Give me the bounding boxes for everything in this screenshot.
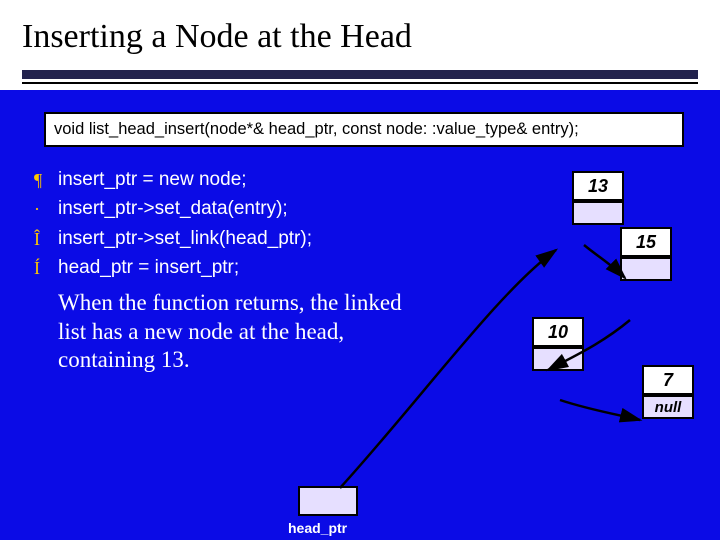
node-7: 7 null — [642, 365, 694, 395]
head-ptr-box — [298, 486, 358, 516]
node-15-ptr — [620, 257, 672, 281]
step-text: insert_ptr->set_data(entry); — [58, 194, 288, 223]
explanatory-note: When the function returns, the linked li… — [58, 289, 418, 375]
step-text: head_ptr = insert_ptr; — [58, 253, 239, 282]
step-4: Í head_ptr = insert_ptr; — [34, 253, 458, 282]
node-15: 15 — [620, 227, 672, 257]
slide-title: Inserting a Node at the Head — [0, 0, 720, 70]
node-13-ptr — [572, 201, 624, 225]
title-rules — [0, 70, 720, 90]
node-10: 10 — [532, 317, 584, 347]
bullet-icon: ¶ — [34, 167, 58, 195]
bullet-icon: Í — [34, 255, 58, 283]
head-ptr-label: head_ptr — [288, 520, 347, 536]
bullet-icon: · — [34, 196, 58, 224]
step-3: Î insert_ptr->set_link(head_ptr); — [34, 224, 458, 253]
step-text: insert_ptr->set_link(head_ptr); — [58, 224, 312, 253]
bullet-icon: Î — [34, 226, 58, 254]
step-1: ¶ insert_ptr = new node; — [34, 165, 458, 194]
node-7-null: null — [642, 395, 694, 419]
steps-list: ¶ insert_ptr = new node; · insert_ptr->s… — [34, 165, 458, 445]
node-10-ptr — [532, 347, 584, 371]
linked-list-diagram: 13 15 10 7 null — [462, 165, 712, 445]
step-text: insert_ptr = new node; — [58, 165, 247, 194]
function-signature: void list_head_insert(node*& head_ptr, c… — [44, 112, 684, 147]
step-2: · insert_ptr->set_data(entry); — [34, 194, 458, 223]
node-13: 13 — [572, 171, 624, 201]
